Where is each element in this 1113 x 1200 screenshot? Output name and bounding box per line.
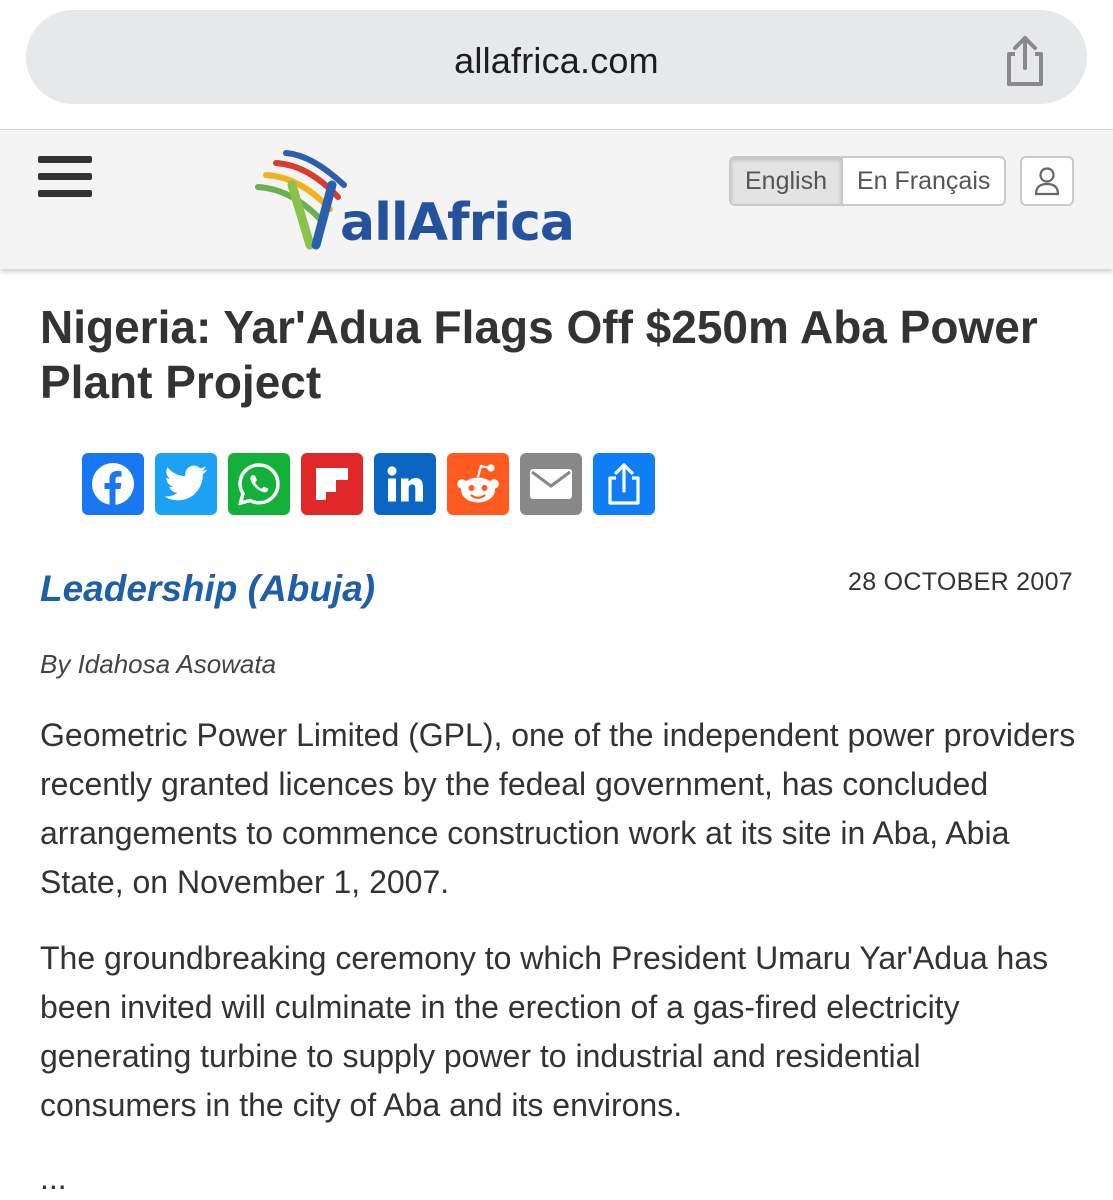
article-paragraph: The groundbreaking ceremony to which Pre… (40, 940, 1049, 1123)
reddit-icon[interactable] (447, 453, 509, 515)
facebook-icon[interactable] (82, 453, 144, 515)
logo-text: allAfrica (340, 193, 575, 253)
share-icon[interactable] (593, 453, 655, 515)
source-link[interactable]: Leadership (Abuja) (40, 568, 375, 610)
email-icon[interactable] (520, 453, 582, 515)
language-english-button[interactable]: English (731, 158, 843, 204)
article-paragraph: Geometric Power Limited (GPL), one of th… (40, 717, 1076, 900)
address-bar[interactable]: allafrica.com (26, 10, 1087, 104)
site-header: allAfrica English En Français (0, 131, 1113, 269)
continuation-ellipsis: ... (40, 1160, 67, 1196)
whatsapp-icon[interactable] (228, 453, 290, 515)
linkedin-icon[interactable] (374, 453, 436, 515)
language-french-button[interactable]: En Français (843, 158, 1004, 204)
browser-toolbar: allafrica.com (0, 0, 1113, 130)
share-bar (82, 453, 655, 515)
publish-date: 28 OCTOBER 2007 (848, 568, 1073, 596)
hamburger-menu-icon[interactable] (38, 156, 92, 198)
allafrica-logo[interactable]: allAfrica (252, 145, 575, 255)
language-switcher: English En Français (729, 156, 1007, 206)
flipboard-icon[interactable] (301, 453, 363, 515)
user-icon[interactable] (1020, 156, 1074, 206)
url-text[interactable]: allafrica.com (26, 40, 1087, 82)
article-title: Nigeria: Yar'Adua Flags Off $250m Aba Po… (40, 301, 1038, 408)
byline: By Idahosa Asowata (40, 649, 277, 679)
twitter-icon[interactable] (155, 453, 217, 515)
share-icon[interactable] (1001, 32, 1049, 88)
